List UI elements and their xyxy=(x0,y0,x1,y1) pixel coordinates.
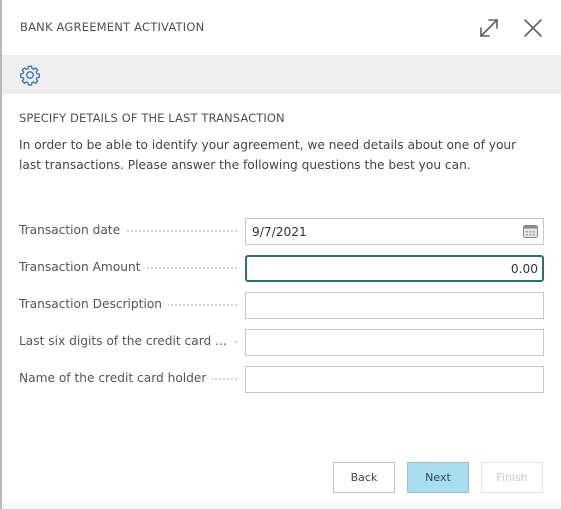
field-transaction-date: Transaction date xyxy=(19,218,544,245)
card-last-six-input[interactable] xyxy=(245,329,544,356)
field-label: Transaction date xyxy=(19,223,241,237)
close-icon xyxy=(524,19,542,37)
gear-icon xyxy=(19,65,41,86)
transaction-description-input[interactable] xyxy=(245,292,544,319)
field-label: Transaction Description xyxy=(19,297,241,311)
settings-button[interactable] xyxy=(19,64,41,86)
next-button[interactable]: Next xyxy=(407,462,469,493)
transaction-date-input[interactable] xyxy=(245,218,544,245)
field-card-holder-name: Name of the credit card holder xyxy=(19,366,544,393)
field-transaction-amount: Transaction Amount xyxy=(19,255,544,282)
card-holder-name-input[interactable] xyxy=(245,366,544,393)
expand-icon xyxy=(480,19,498,37)
footer-shade xyxy=(2,500,561,509)
action-bar xyxy=(2,55,561,94)
transaction-amount-input[interactable] xyxy=(245,255,544,282)
dialog-header: BANK AGREEMENT ACTIVATION xyxy=(2,0,561,55)
field-label: Transaction Amount xyxy=(19,260,241,274)
instructions-text: In order to be able to identify your agr… xyxy=(19,138,517,172)
finish-button[interactable]: Finish xyxy=(481,462,543,493)
field-card-last-six: Last six digits of the credit card ... xyxy=(19,329,544,356)
calendar-icon[interactable] xyxy=(523,224,538,238)
field-label: Last six digits of the credit card ... xyxy=(19,334,241,348)
field-transaction-description: Transaction Description xyxy=(19,292,544,319)
back-button[interactable]: Back xyxy=(333,462,395,493)
expand-button[interactable] xyxy=(477,16,501,40)
section-title: SPECIFY DETAILS OF THE LAST TRANSACTION xyxy=(19,111,285,125)
field-label: Name of the credit card holder xyxy=(19,371,241,385)
dialog-title: BANK AGREEMENT ACTIVATION xyxy=(20,20,205,34)
close-button[interactable] xyxy=(521,16,545,40)
